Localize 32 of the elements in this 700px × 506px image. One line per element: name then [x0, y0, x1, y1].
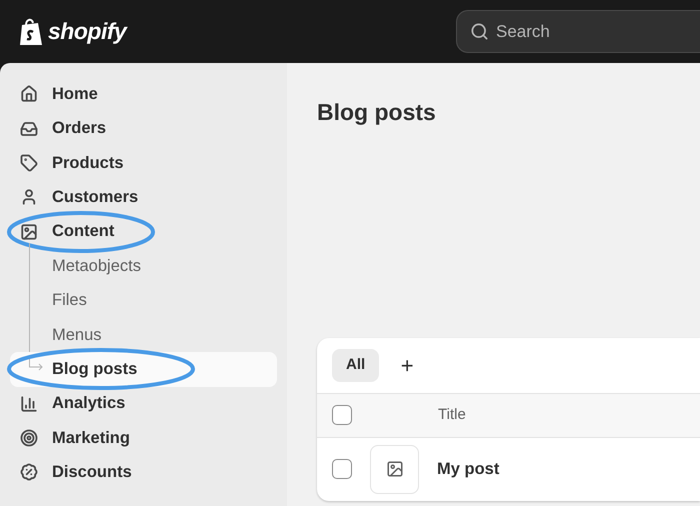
nav-item[interactable]: Customers	[10, 180, 277, 215]
discount-icon	[20, 463, 38, 482]
nav-item[interactable]: Discounts	[10, 455, 277, 490]
image-icon	[386, 460, 404, 478]
nav-item[interactable]: Analytics	[10, 386, 277, 421]
post-title[interactable]: My post	[437, 456, 500, 482]
checkbox[interactable]	[332, 405, 352, 425]
checkbox[interactable]	[332, 459, 352, 479]
nav-subitem[interactable]: Files	[10, 283, 277, 318]
person-icon	[20, 188, 38, 206]
nav-item[interactable]: Content	[10, 214, 277, 249]
home-icon	[20, 85, 38, 104]
inbox-icon	[20, 120, 38, 138]
shopping-bag-icon	[18, 16, 44, 46]
tree-branch-icon	[29, 358, 45, 372]
add-tab-button[interactable]: +	[391, 349, 424, 381]
search-icon	[470, 22, 489, 41]
page-title: Blog posts	[317, 98, 437, 127]
filter-tab[interactable]: All	[332, 348, 380, 382]
image-icon	[20, 222, 38, 241]
logo-text: shopify	[48, 17, 126, 46]
nav-subitem[interactable]: Metaobjects	[10, 248, 277, 284]
bar-chart-icon	[20, 394, 38, 413]
search-field[interactable]: Search	[456, 10, 700, 53]
nav-subitem[interactable]: Menus	[10, 318, 277, 352]
nav-item[interactable]: Products	[10, 146, 277, 180]
nav-item[interactable]: Orders	[10, 111, 277, 146]
nav-item[interactable]: Marketing	[10, 420, 277, 456]
column-header: Title	[438, 404, 466, 425]
nav-item[interactable]: Home	[10, 77, 277, 112]
tag-icon	[20, 154, 38, 172]
target-icon	[20, 429, 38, 448]
